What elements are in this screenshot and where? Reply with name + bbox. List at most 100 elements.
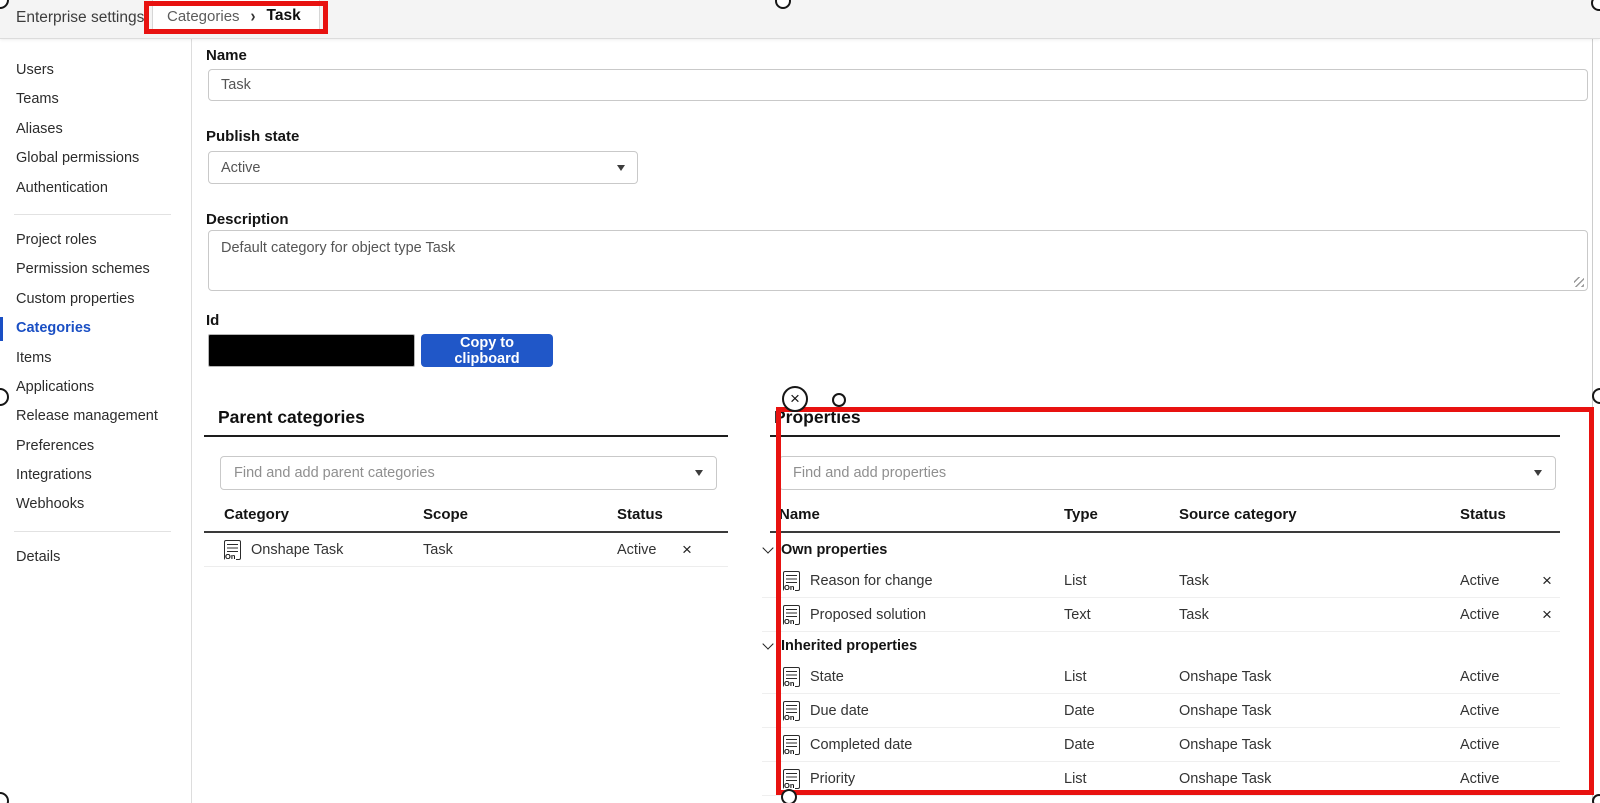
sidebar-item-details[interactable]: Details xyxy=(0,543,191,572)
publish-state-label: Publish state xyxy=(206,128,299,145)
sidebar-item-integrations[interactable]: Integrations xyxy=(0,461,191,490)
prop-cell-status: Active xyxy=(1460,669,1542,685)
prop-cell-type: List xyxy=(1064,669,1179,685)
textarea-resize-handle[interactable] xyxy=(1574,277,1584,287)
parent-categories-search-placeholder: Find and add parent categories xyxy=(234,465,435,481)
sidebar-item-label: Authentication xyxy=(16,180,108,196)
prop-cell-source: Onshape Task xyxy=(1179,771,1460,787)
prop-cell-source: Onshape Task xyxy=(1179,669,1460,685)
pc-cell-category: OnOnshape Task xyxy=(224,540,423,560)
sidebar-item-custom-properties[interactable]: Custom properties xyxy=(0,285,191,314)
doc-icon-lines xyxy=(227,544,238,546)
prop-cell-type: List xyxy=(1064,771,1179,787)
annotation-circle-marker xyxy=(781,789,797,803)
prop-cell-source: Task xyxy=(1179,573,1460,589)
table-row: OnOnshape TaskTaskActive× xyxy=(204,533,728,567)
prop-header-rule xyxy=(770,531,1560,533)
viewport-right-edge xyxy=(1592,39,1593,803)
sidebar-item-teams[interactable]: Teams xyxy=(0,85,191,114)
sidebar-item-global-permissions[interactable]: Global permissions xyxy=(0,144,191,173)
parent-categories-search[interactable]: Find and add parent categories xyxy=(220,456,717,490)
properties-title: Properties xyxy=(774,407,861,428)
remove-x-icon[interactable]: × xyxy=(1542,606,1562,623)
prop-cell-name: On Proposed solution xyxy=(783,605,1064,625)
table-row: OnProposed solutionTextTaskActive× xyxy=(762,598,1560,632)
x-glyph: × xyxy=(790,390,800,407)
description-label: Description xyxy=(206,211,289,228)
prop-cell-name: OnDue date xyxy=(783,701,1064,721)
prop-cell-status: Active xyxy=(1460,573,1542,589)
chevron-down-icon xyxy=(762,542,773,553)
sidebar-item-webhooks[interactable]: Webhooks xyxy=(0,490,191,519)
doc-icon-lines xyxy=(786,705,797,707)
doc-icon-lines xyxy=(786,671,797,673)
table-row: On State ListOnshape TaskActive xyxy=(762,660,1560,694)
app-title: Enterprise settings xyxy=(16,9,144,27)
doc-icon-lines xyxy=(786,773,797,775)
name-input[interactable]: Task xyxy=(208,69,1588,101)
doc-icon-on-badge: On xyxy=(784,618,795,626)
sidebar-item-aliases[interactable]: Aliases xyxy=(0,115,191,144)
sidebar-item-preferences[interactable]: Preferences xyxy=(0,432,191,461)
property-name: Proposed solution xyxy=(810,607,926,623)
doc-icon-on-badge: On xyxy=(784,584,795,592)
parent-categories-title-rule xyxy=(204,435,728,437)
prop-cell-status: Active xyxy=(1460,703,1542,719)
id-label: Id xyxy=(206,312,219,329)
doc-icon-on-badge: On xyxy=(784,680,795,688)
pc-cell-scope: Task xyxy=(423,542,617,558)
properties-search[interactable]: Find and add properties xyxy=(779,456,1556,490)
sidebar-item-project-roles[interactable]: Project roles xyxy=(0,226,191,255)
property-name: State xyxy=(810,669,844,685)
property-group-header-inherited-properties[interactable]: Inherited properties xyxy=(762,632,1560,660)
sidebar-item-applications[interactable]: Applications xyxy=(0,373,191,402)
sidebar-item-categories[interactable]: Categories xyxy=(0,314,191,343)
pc-col-category: Category xyxy=(224,506,289,523)
sidebar-item-label: Global permissions xyxy=(16,150,139,166)
doc-icon-on-badge: On xyxy=(225,553,236,561)
properties-title-rule xyxy=(770,435,1560,437)
prop-cell-name: On State xyxy=(783,667,1064,687)
dropdown-caret-icon xyxy=(695,470,703,476)
remove-x-icon[interactable]: × xyxy=(682,541,702,558)
sidebar-item-items[interactable]: Items xyxy=(0,344,191,373)
property-group-header-own-properties[interactable]: Own properties xyxy=(762,536,1560,564)
prop-cell-status: Active xyxy=(1460,607,1542,623)
sidebar-item-label: Project roles xyxy=(16,232,97,248)
table-row: OnPriorityListOnshape TaskActive xyxy=(762,762,1560,796)
prop-cell-source: Onshape Task xyxy=(1179,703,1460,719)
property-group-label: Inherited properties xyxy=(781,638,917,654)
sidebar-item-authentication[interactable]: Authentication xyxy=(0,174,191,203)
breadcrumb-categories[interactable]: Categories xyxy=(167,8,240,25)
select-caret-icon xyxy=(617,165,625,171)
sidebar-item-users[interactable]: Users xyxy=(0,56,191,85)
id-value-redacted xyxy=(208,334,415,367)
property-group-label: Own properties xyxy=(781,542,887,558)
prop-cell-status: Active xyxy=(1460,771,1542,787)
sidebar-divider xyxy=(14,214,171,215)
prop-col-source: Source category xyxy=(1179,506,1297,523)
property-icon: On xyxy=(783,571,800,591)
publish-state-select[interactable]: Active xyxy=(208,151,638,184)
remove-x-icon[interactable]: × xyxy=(1542,572,1562,589)
sidebar-item-permission-schemes[interactable]: Permission schemes xyxy=(0,255,191,284)
description-textarea[interactable]: Default category for object type Task xyxy=(208,230,1588,291)
category-icon: On xyxy=(224,540,241,560)
prop-cell-type: Date xyxy=(1064,737,1179,753)
annotation-x-marker: × xyxy=(782,386,808,412)
property-name: Due date xyxy=(810,703,869,719)
annotation-circle-marker xyxy=(1592,388,1600,404)
sidebar-item-release-management[interactable]: Release management xyxy=(0,402,191,431)
properties-table: Own properties On Reason for change List Tas… xyxy=(762,536,1560,796)
prop-cell-name: OnCompleted date xyxy=(783,735,1064,755)
top-bar: Enterprise settings Categories › Task xyxy=(0,0,1600,39)
sidebar-group: Details xyxy=(0,543,191,572)
breadcrumb: Categories › Task xyxy=(152,0,320,33)
doc-icon-lines xyxy=(786,609,797,611)
parent-categories-title: Parent categories xyxy=(218,407,365,428)
copy-to-clipboard-button[interactable]: Copy to clipboard xyxy=(421,334,553,367)
name-label: Name xyxy=(206,47,247,64)
publish-state-value: Active xyxy=(221,160,261,176)
property-name: Reason for change xyxy=(810,573,933,589)
prop-cell-source: Onshape Task xyxy=(1179,737,1460,753)
